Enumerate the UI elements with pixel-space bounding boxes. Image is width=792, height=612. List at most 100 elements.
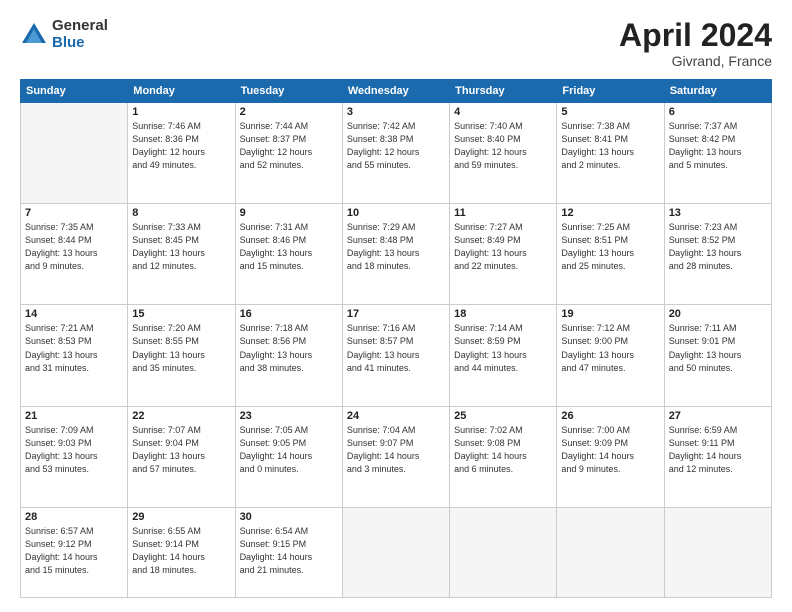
day-info: Sunrise: 7:40 AMSunset: 8:40 PMDaylight:…: [454, 120, 552, 172]
day-number: 25: [454, 410, 552, 422]
calendar-cell: 7 Sunrise: 7:35 AMSunset: 8:44 PMDaylight…: [21, 204, 128, 305]
calendar-cell: [342, 507, 449, 597]
day-info: Sunrise: 6:55 AMSunset: 9:14 PMDaylight:…: [132, 525, 230, 577]
calendar-cell: [21, 103, 128, 204]
day-info: Sunrise: 7:37 AMSunset: 8:42 PMDaylight:…: [669, 120, 767, 172]
day-number: 18: [454, 308, 552, 320]
day-info: Sunrise: 7:14 AMSunset: 8:59 PMDaylight:…: [454, 322, 552, 374]
day-info: Sunrise: 7:07 AMSunset: 9:04 PMDaylight:…: [132, 424, 230, 476]
weekday-header-thursday: Thursday: [450, 80, 557, 103]
day-info: Sunrise: 7:12 AMSunset: 9:00 PMDaylight:…: [561, 322, 659, 374]
calendar-cell: [664, 507, 771, 597]
calendar-cell: 16 Sunrise: 7:18 AMSunset: 8:56 PMDayligh…: [235, 305, 342, 406]
day-info: Sunrise: 6:57 AMSunset: 9:12 PMDaylight:…: [25, 525, 123, 577]
calendar-cell: 13Sunrise: 7:23 AMSunset: 8:52 PMDayligh…: [664, 204, 771, 305]
calendar-cell: 21 Sunrise: 7:09 AMSunset: 9:03 PMDayligh…: [21, 406, 128, 507]
calendar-cell: 27 Sunrise: 6:59 AMSunset: 9:11 PMDayligh…: [664, 406, 771, 507]
day-number: 9: [240, 207, 338, 219]
header: General Blue April 2024 Givrand, France: [20, 18, 772, 69]
weekday-header-row: SundayMondayTuesdayWednesdayThursdayFrid…: [21, 80, 772, 103]
day-info: Sunrise: 7:38 AMSunset: 8:41 PMDaylight:…: [561, 120, 659, 172]
weekday-header-saturday: Saturday: [664, 80, 771, 103]
calendar-cell: 14 Sunrise: 7:21 AMSunset: 8:53 PMDayligh…: [21, 305, 128, 406]
calendar-cell: 5 Sunrise: 7:38 AMSunset: 8:41 PMDaylight…: [557, 103, 664, 204]
week-row-3: 14 Sunrise: 7:21 AMSunset: 8:53 PMDayligh…: [21, 305, 772, 406]
title-month: April 2024: [619, 18, 772, 53]
day-info: Sunrise: 7:00 AMSunset: 9:09 PMDaylight:…: [561, 424, 659, 476]
calendar-cell: 10 Sunrise: 7:29 AMSunset: 8:48 PMDayligh…: [342, 204, 449, 305]
day-number: 21: [25, 410, 123, 422]
logo-general: General: [52, 18, 108, 35]
day-info: Sunrise: 7:25 AMSunset: 8:51 PMDaylight:…: [561, 221, 659, 273]
day-info: Sunrise: 7:02 AMSunset: 9:08 PMDaylight:…: [454, 424, 552, 476]
day-info: Sunrise: 7:29 AMSunset: 8:48 PMDaylight:…: [347, 221, 445, 273]
calendar-cell: 4 Sunrise: 7:40 AMSunset: 8:40 PMDaylight…: [450, 103, 557, 204]
calendar-cell: 1 Sunrise: 7:46 AMSunset: 8:36 PMDaylight…: [128, 103, 235, 204]
calendar-cell: 3 Sunrise: 7:42 AMSunset: 8:38 PMDaylight…: [342, 103, 449, 204]
day-info: Sunrise: 7:42 AMSunset: 8:38 PMDaylight:…: [347, 120, 445, 172]
logo-icon: [20, 21, 48, 49]
calendar-cell: 26 Sunrise: 7:00 AMSunset: 9:09 PMDayligh…: [557, 406, 664, 507]
day-number: 17: [347, 308, 445, 320]
day-number: 5: [561, 106, 659, 118]
calendar-cell: 24Sunrise: 7:04 AMSunset: 9:07 PMDayligh…: [342, 406, 449, 507]
day-info: Sunrise: 7:16 AMSunset: 8:57 PMDaylight:…: [347, 322, 445, 374]
day-number: 23: [240, 410, 338, 422]
calendar-cell: 15Sunrise: 7:20 AMSunset: 8:55 PMDayligh…: [128, 305, 235, 406]
day-number: 26: [561, 410, 659, 422]
day-info: Sunrise: 7:46 AMSunset: 8:36 PMDaylight:…: [132, 120, 230, 172]
day-number: 4: [454, 106, 552, 118]
calendar-cell: 17 Sunrise: 7:16 AMSunset: 8:57 PMDayligh…: [342, 305, 449, 406]
calendar-cell: 12 Sunrise: 7:25 AMSunset: 8:51 PMDayligh…: [557, 204, 664, 305]
day-number: 14: [25, 308, 123, 320]
calendar-cell: 20 Sunrise: 7:11 AMSunset: 9:01 PMDayligh…: [664, 305, 771, 406]
calendar-cell: 22 Sunrise: 7:07 AMSunset: 9:04 PMDayligh…: [128, 406, 235, 507]
calendar-table: SundayMondayTuesdayWednesdayThursdayFrid…: [20, 79, 772, 598]
calendar-cell: 11Sunrise: 7:27 AMSunset: 8:49 PMDayligh…: [450, 204, 557, 305]
day-number: 10: [347, 207, 445, 219]
day-info: Sunrise: 7:18 AMSunset: 8:56 PMDaylight:…: [240, 322, 338, 374]
day-info: Sunrise: 7:33 AMSunset: 8:45 PMDaylight:…: [132, 221, 230, 273]
day-number: 22: [132, 410, 230, 422]
day-number: 12: [561, 207, 659, 219]
calendar-cell: 28 Sunrise: 6:57 AMSunset: 9:12 PMDayligh…: [21, 507, 128, 597]
day-info: Sunrise: 7:05 AMSunset: 9:05 PMDaylight:…: [240, 424, 338, 476]
day-info: Sunrise: 7:35 AMSunset: 8:44 PMDaylight:…: [25, 221, 123, 273]
day-number: 27: [669, 410, 767, 422]
day-number: 28: [25, 511, 123, 523]
day-info: Sunrise: 7:21 AMSunset: 8:53 PMDaylight:…: [25, 322, 123, 374]
day-number: 29: [132, 511, 230, 523]
calendar-cell: 23 Sunrise: 7:05 AMSunset: 9:05 PMDayligh…: [235, 406, 342, 507]
week-row-4: 21 Sunrise: 7:09 AMSunset: 9:03 PMDayligh…: [21, 406, 772, 507]
calendar-cell: 8 Sunrise: 7:33 AMSunset: 8:45 PMDaylight…: [128, 204, 235, 305]
day-info: Sunrise: 7:09 AMSunset: 9:03 PMDaylight:…: [25, 424, 123, 476]
week-row-2: 7 Sunrise: 7:35 AMSunset: 8:44 PMDaylight…: [21, 204, 772, 305]
day-number: 2: [240, 106, 338, 118]
day-number: 30: [240, 511, 338, 523]
logo-text: General Blue: [52, 18, 108, 51]
weekday-header-wednesday: Wednesday: [342, 80, 449, 103]
day-number: 8: [132, 207, 230, 219]
day-number: 20: [669, 308, 767, 320]
calendar-cell: [557, 507, 664, 597]
day-number: 16: [240, 308, 338, 320]
day-number: 1: [132, 106, 230, 118]
day-info: Sunrise: 7:11 AMSunset: 9:01 PMDaylight:…: [669, 322, 767, 374]
day-info: Sunrise: 7:04 AMSunset: 9:07 PMDaylight:…: [347, 424, 445, 476]
day-info: Sunrise: 6:54 AMSunset: 9:15 PMDaylight:…: [240, 525, 338, 577]
weekday-header-monday: Monday: [128, 80, 235, 103]
calendar-cell: [450, 507, 557, 597]
day-info: Sunrise: 7:44 AMSunset: 8:37 PMDaylight:…: [240, 120, 338, 172]
day-number: 7: [25, 207, 123, 219]
day-number: 3: [347, 106, 445, 118]
calendar-cell: 29 Sunrise: 6:55 AMSunset: 9:14 PMDayligh…: [128, 507, 235, 597]
day-info: Sunrise: 7:23 AMSunset: 8:52 PMDaylight:…: [669, 221, 767, 273]
weekday-header-sunday: Sunday: [21, 80, 128, 103]
logo-blue: Blue: [52, 35, 108, 52]
day-info: Sunrise: 7:20 AMSunset: 8:55 PMDaylight:…: [132, 322, 230, 374]
day-info: Sunrise: 6:59 AMSunset: 9:11 PMDaylight:…: [669, 424, 767, 476]
weekday-header-tuesday: Tuesday: [235, 80, 342, 103]
weekday-header-friday: Friday: [557, 80, 664, 103]
day-number: 6: [669, 106, 767, 118]
logo: General Blue: [20, 18, 108, 51]
